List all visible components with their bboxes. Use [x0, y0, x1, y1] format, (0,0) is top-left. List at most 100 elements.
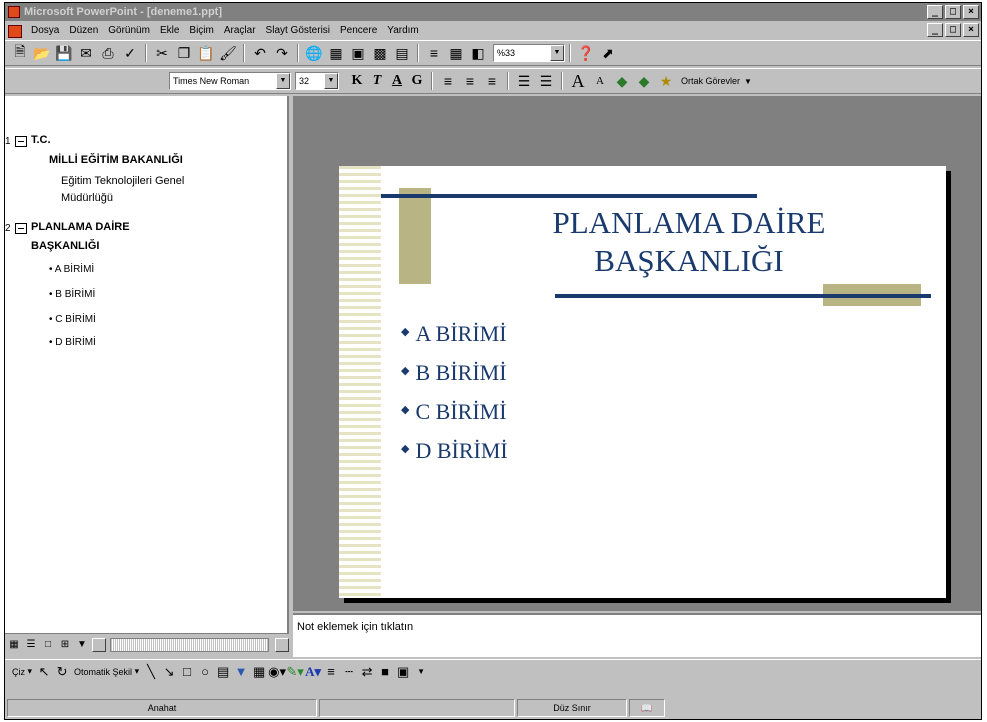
table-icon[interactable]: ▦	[325, 43, 347, 63]
hyperlink-icon[interactable]: 🌐	[303, 43, 325, 63]
outline-slide1-title-line2[interactable]: MİLLİ EĞİTİM BAKANLIĞI	[49, 154, 183, 166]
menu-insert[interactable]: Ekle	[155, 23, 184, 39]
clip-art-icon[interactable]: ▦	[250, 663, 268, 681]
spelling-icon[interactable]: ✓	[119, 43, 141, 63]
close-button[interactable]: ×	[963, 5, 979, 19]
menu-slideshow[interactable]: Slayt Gösterisi	[261, 23, 335, 39]
powerpoint-app-icon[interactable]	[8, 6, 20, 18]
bold-button[interactable]: K	[347, 71, 367, 91]
outline-bullet-a[interactable]: • A BİRİMİ	[49, 264, 94, 275]
outline-view-icon[interactable]: ☰	[24, 638, 38, 652]
document-icon[interactable]	[8, 24, 22, 38]
free-rotate-icon[interactable]: ↻	[53, 663, 71, 681]
slide-canvas[interactable]: PLANLAMA DAİRE BAŞKANLIĞI ◆ A BİRİMİ ◆ B B…	[339, 166, 946, 598]
slide-icon[interactable]	[15, 223, 27, 234]
menu-tools[interactable]: Araçlar	[219, 23, 261, 39]
menu-window[interactable]: Pencere	[335, 23, 382, 39]
outline-slide1-subtitle-line2[interactable]: Müdürlüğü	[61, 192, 113, 204]
outline-pane[interactable]: 1 T.C. MİLLİ EĞİTİM BAKANLIĞI Eğitim Tek…	[5, 96, 289, 633]
promote-icon[interactable]: ◆	[611, 71, 633, 91]
spelling-status-icon[interactable]: 📖	[629, 699, 665, 717]
outline-bullet-d[interactable]: • D BİRİMİ	[49, 337, 96, 348]
outline-bullet-c[interactable]: • C BİRİMİ	[49, 314, 96, 325]
list-item[interactable]: ◆ D BİRİMİ	[401, 431, 508, 470]
line-icon[interactable]: ╲	[142, 663, 160, 681]
new-icon[interactable]: 🗎	[9, 43, 31, 63]
expand-all-icon[interactable]: ≡	[423, 43, 445, 63]
email-icon[interactable]: ✉	[75, 43, 97, 63]
paste-icon[interactable]: 📋	[195, 43, 217, 63]
print-icon[interactable]: ⎙	[97, 43, 119, 63]
format-painter-icon[interactable]: 🖌	[217, 43, 239, 63]
select-pointer-icon[interactable]: ↖	[35, 663, 53, 681]
new-slide-icon[interactable]: ▤	[391, 43, 413, 63]
minimize-button[interactable]: _	[927, 5, 943, 19]
align-center-icon[interactable]: ≡	[459, 71, 481, 91]
arrow-style-icon[interactable]: ⇄	[358, 663, 376, 681]
slide-icon[interactable]	[15, 136, 27, 147]
dash-style-icon[interactable]: ┄	[340, 663, 358, 681]
slide-sorter-icon[interactable]: ⊞	[58, 638, 72, 652]
normal-view-icon[interactable]: ▦	[7, 638, 21, 652]
underline-button[interactable]: A	[387, 71, 407, 91]
help-icon[interactable]: ❓	[575, 43, 597, 63]
menu-format[interactable]: Biçim	[184, 23, 218, 39]
slide-title[interactable]: PLANLAMA DAİRE BAŞKANLIĞI	[489, 204, 889, 280]
common-tasks-menu[interactable]: Ortak Görevler	[677, 76, 744, 86]
menu-edit[interactable]: Düzen	[64, 23, 103, 39]
cut-icon[interactable]: ✂	[151, 43, 173, 63]
restore-button[interactable]: □	[945, 5, 961, 19]
save-icon[interactable]: 💾	[53, 43, 75, 63]
shadow-button[interactable]: G	[407, 71, 427, 91]
grayscale-icon[interactable]: ◧	[467, 43, 489, 63]
slide-view-icon[interactable]: □	[41, 638, 55, 652]
scroll-right-button[interactable]	[275, 637, 289, 652]
outline-slide1-title[interactable]: T.C.	[31, 134, 51, 146]
slide-show-icon[interactable]: ▼	[75, 638, 89, 652]
arrow-icon[interactable]: ↘	[160, 663, 178, 681]
wordart-icon[interactable]: ▼	[232, 663, 250, 681]
italic-button[interactable]: T	[367, 71, 387, 91]
fill-color-icon[interactable]: ◉▾	[268, 663, 286, 681]
line-style-icon[interactable]: ≡	[322, 663, 340, 681]
demote-icon[interactable]: ◆	[633, 71, 655, 91]
list-item[interactable]: ◆ B BİRİMİ	[401, 353, 508, 392]
3d-icon[interactable]: ▣	[394, 663, 412, 681]
autoshapes-menu[interactable]: Otomatik Şekil ▾	[71, 663, 142, 681]
line-color-icon[interactable]: ✎▾	[286, 663, 304, 681]
horizontal-scrollbar[interactable]	[110, 637, 269, 652]
redo-icon[interactable]: ↷	[271, 43, 293, 63]
doc-restore-button[interactable]: □	[945, 23, 961, 37]
doc-minimize-button[interactable]: _	[927, 23, 943, 37]
copy-icon[interactable]: ❐	[173, 43, 195, 63]
chart-icon[interactable]: ▩	[369, 43, 391, 63]
shadow-icon[interactable]: ■	[376, 663, 394, 681]
menu-file[interactable]: Dosya	[26, 23, 64, 39]
chevron-down-icon[interactable]: ▼	[412, 663, 430, 681]
numbering-icon[interactable]: ☰	[513, 71, 535, 91]
slide-bullet-list[interactable]: ◆ A BİRİMİ ◆ B BİRİMİ ◆ C BİRİMİ ◆ D BİRİMİ	[401, 314, 508, 470]
doc-close-button[interactable]: ×	[963, 23, 979, 37]
undo-icon[interactable]: ↶	[249, 43, 271, 63]
outline-slide2-title[interactable]: PLANLAMA DAİRE	[31, 221, 130, 233]
text-box-icon[interactable]: ▤	[214, 663, 232, 681]
list-item[interactable]: ◆ A BİRİMİ	[401, 314, 508, 353]
increase-font-icon[interactable]: A	[567, 71, 589, 91]
outline-slide2-title-line2[interactable]: BAŞKANLIĞI	[31, 240, 99, 252]
align-left-icon[interactable]: ≡	[437, 71, 459, 91]
outline-bullet-b[interactable]: • B BİRİMİ	[49, 289, 95, 300]
notes-pane[interactable]: Not eklemek için tıklatın	[293, 613, 981, 657]
font-color-icon[interactable]: A▾	[304, 663, 322, 681]
draw-menu[interactable]: Çiz ▾	[9, 663, 35, 681]
show-formatting-icon[interactable]: ▦	[445, 43, 467, 63]
chevron-down-icon[interactable]: ▼	[744, 77, 752, 86]
zoom-select[interactable]: %33 ▼	[493, 44, 565, 62]
whats-this-icon[interactable]: ⬈	[597, 43, 619, 63]
rectangle-icon[interactable]: □	[178, 663, 196, 681]
font-size-select[interactable]: 32 ▼	[295, 72, 339, 90]
bullets-icon[interactable]: ☰	[535, 71, 557, 91]
tables-borders-icon[interactable]: ▣	[347, 43, 369, 63]
list-item[interactable]: ◆ C BİRİMİ	[401, 392, 508, 431]
menu-help[interactable]: Yardım	[382, 23, 424, 39]
scroll-left-button[interactable]	[92, 637, 106, 652]
